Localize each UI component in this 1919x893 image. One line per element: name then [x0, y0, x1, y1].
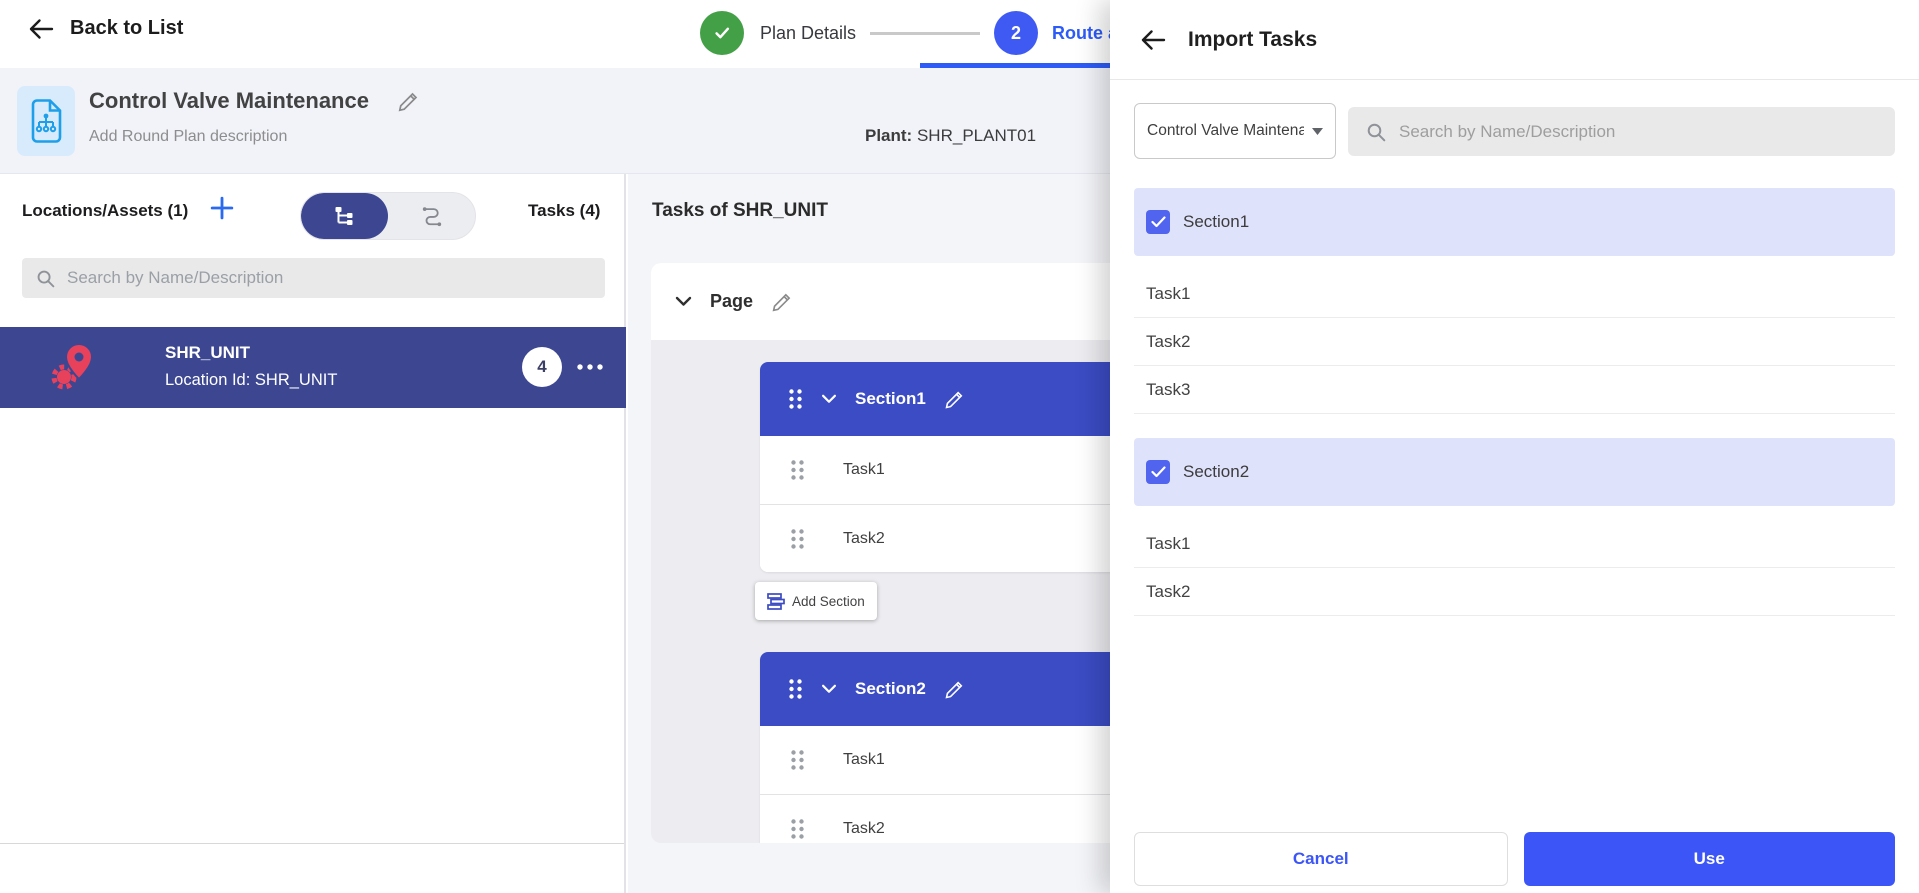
search-icon [1366, 122, 1386, 142]
edit-section-button[interactable] [944, 679, 965, 700]
import-tasks-panel: Import Tasks Control Valve Maintenance T… [1110, 0, 1919, 893]
import-group-section2[interactable]: Section2 [1134, 438, 1895, 506]
drag-handle-icon[interactable] [790, 459, 805, 481]
tasks-panel-title: Tasks of SHR_UNIT [652, 200, 828, 222]
import-group-name: Section2 [1183, 462, 1249, 482]
document-plan-icon [28, 98, 64, 144]
section1-checkbox[interactable] [1146, 210, 1170, 234]
location-name: SHR_UNIT [165, 343, 250, 363]
drag-handle-icon[interactable] [788, 678, 803, 700]
plant-value: SHR_PLANT01 [917, 126, 1036, 145]
task-label: Task1 [843, 751, 885, 769]
template-dropdown-value: Control Valve Maintenance T... [1147, 122, 1304, 140]
tasks-count-label: Tasks (4) [528, 201, 600, 221]
back-arrow-icon[interactable] [1140, 29, 1166, 51]
location-id: Location Id: SHR_UNIT [165, 371, 337, 390]
step2-number-badge: 2 [994, 11, 1038, 55]
locations-search [22, 258, 605, 298]
plant-label: Plant: [865, 126, 912, 145]
add-section-button[interactable]: Add Section [755, 582, 877, 620]
task-label: Task2 [843, 820, 885, 838]
tree-view-icon [334, 206, 356, 226]
import-task-list: Section1 Task1 Task2 Task3 Section2 Task… [1134, 188, 1895, 616]
drag-handle-icon[interactable] [790, 528, 805, 550]
use-button[interactable]: Use [1524, 832, 1896, 886]
step1-label[interactable]: Plan Details [760, 23, 856, 44]
task-label: Task2 [843, 530, 885, 548]
import-task-item: Task2 [1134, 568, 1895, 616]
edit-plan-title-button[interactable] [397, 90, 420, 113]
import-group-section1[interactable]: Section1 [1134, 188, 1895, 256]
drag-handle-icon[interactable] [790, 749, 805, 771]
drag-handle-icon[interactable] [788, 388, 803, 410]
view-toggle [300, 192, 476, 240]
import-group-name: Section1 [1183, 212, 1249, 232]
add-section-icon [767, 593, 785, 610]
location-item-shr-unit[interactable]: SHR_UNIT Location Id: SHR_UNIT 4 [0, 327, 626, 408]
route-view-icon [420, 205, 444, 227]
left-panel-divider [0, 843, 624, 844]
back-to-list-button[interactable]: Back to List [28, 17, 183, 40]
import-task-item: Task1 [1134, 270, 1895, 318]
import-task-item: Task2 [1134, 318, 1895, 366]
search-icon [36, 269, 55, 288]
import-search [1348, 107, 1895, 156]
chevron-down-icon[interactable] [821, 394, 837, 404]
import-tasks-title: Import Tasks [1188, 28, 1317, 52]
stepper-connector [870, 32, 980, 35]
plan-description-placeholder: Add Round Plan description [89, 128, 287, 146]
cancel-button[interactable]: Cancel [1134, 832, 1508, 886]
more-dots-icon[interactable] [576, 363, 604, 371]
chevron-down-icon[interactable] [821, 684, 837, 694]
add-location-button[interactable] [210, 196, 234, 220]
locations-search-input[interactable] [67, 268, 605, 288]
drag-handle-icon[interactable] [790, 818, 805, 840]
dropdown-caret-icon [1312, 128, 1323, 135]
add-section-label: Add Section [792, 594, 865, 609]
import-task-item: Task3 [1134, 366, 1895, 414]
plant-info: Plant: SHR_PLANT01 [865, 126, 1036, 146]
tree-view-toggle[interactable] [301, 193, 388, 239]
page-label: Page [710, 291, 753, 312]
task-label: Task1 [843, 461, 885, 479]
edit-page-button[interactable] [771, 291, 793, 313]
import-tasks-header: Import Tasks [1110, 0, 1919, 80]
step1-complete-icon [700, 11, 744, 55]
template-dropdown[interactable]: Control Valve Maintenance T... [1134, 103, 1336, 159]
locations-panel-title: Locations/Assets (1) [22, 201, 188, 221]
back-arrow-icon [28, 18, 54, 40]
back-to-list-label: Back to List [70, 17, 183, 40]
plan-title: Control Valve Maintenance [89, 88, 369, 114]
location-task-count-badge: 4 [522, 347, 562, 387]
route-view-toggle[interactable] [388, 193, 475, 239]
import-search-input[interactable] [1399, 122, 1895, 142]
chevron-down-icon[interactable] [675, 296, 692, 307]
section-name: Section1 [855, 389, 926, 409]
section-name: Section2 [855, 679, 926, 699]
app-screen: Back to List Plan Details 2 Route and Ta… [0, 0, 1919, 893]
import-task-item: Task1 [1134, 520, 1895, 568]
import-footer: Cancel Use [1134, 832, 1895, 886]
plan-tile [17, 86, 75, 156]
edit-section-button[interactable] [944, 389, 965, 410]
section2-checkbox[interactable] [1146, 460, 1170, 484]
location-gear-icon [50, 342, 96, 392]
locations-panel: Locations/Assets (1) [0, 174, 626, 893]
